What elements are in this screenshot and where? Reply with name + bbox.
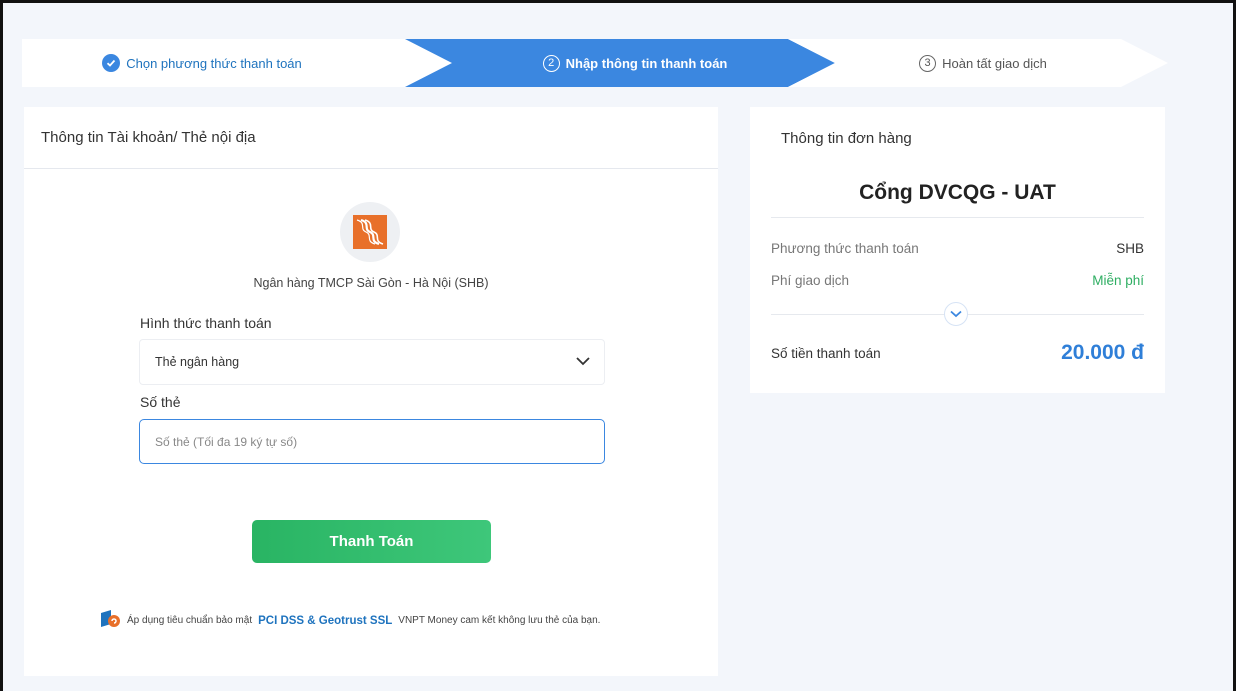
security-prefix: Áp dụng tiêu chuẩn bảo mật xyxy=(127,615,253,626)
chevron-down-icon xyxy=(576,355,590,369)
order-info-card: Thông tin đơn hàng Cổng DVCQG - UAT Phươ… xyxy=(750,107,1165,393)
divider xyxy=(771,217,1144,218)
security-suffix: VNPT Money cam kết không lưu thẻ của bạn… xyxy=(398,615,601,626)
vnpt-money-logo-icon xyxy=(101,610,121,631)
card-number-label: Số thẻ xyxy=(140,394,181,410)
bank-name: Ngân hàng TMCP Sài Gòn - Hà Nội (SHB) xyxy=(253,276,489,290)
security-highlight: PCI DSS & Geotrust SSL xyxy=(258,614,393,627)
total-amount: 20.000 đ xyxy=(1061,341,1144,364)
security-note: Áp dụng tiêu chuẩn bảo mật PCI DSS & Geo… xyxy=(101,610,701,631)
card-title: Thông tin Tài khoản/ Thẻ nội địa xyxy=(24,107,718,169)
pay-button[interactable]: Thanh Toán xyxy=(252,520,491,563)
step-number: 2 xyxy=(542,54,560,72)
fee-row-label: Phí giao dịch xyxy=(771,273,850,288)
step-label: Nhập thông tin thanh toán xyxy=(565,55,728,71)
merchant-name: Cổng DVCQG - UAT xyxy=(859,181,1056,204)
card-number-input[interactable] xyxy=(139,419,605,464)
step-complete[interactable]: 3 Hoàn tất giao dịch xyxy=(788,39,1168,87)
step-label: Hoàn tất giao dịch xyxy=(942,55,1047,71)
method-row-value: SHB xyxy=(1116,241,1144,256)
payment-form-card: Thông tin Tài khoản/ Thẻ nội địa Ngân hà… xyxy=(24,107,718,676)
shb-logo-icon xyxy=(340,202,400,262)
page-frame: Chọn phương thức thanh toán 2 Nhập thông… xyxy=(0,0,1236,691)
total-label: Số tiền thanh toán xyxy=(771,345,881,361)
progress-steps: Chọn phương thức thanh toán 2 Nhập thông… xyxy=(22,39,1168,87)
fee-row-value: Miễn phí xyxy=(1092,273,1144,288)
chevron-down-icon xyxy=(950,305,962,323)
fee-row: Phí giao dịch Miễn phí xyxy=(771,273,1144,288)
method-label: Hình thức thanh toán xyxy=(140,315,272,331)
check-circle-icon xyxy=(102,54,121,72)
step-number: 3 xyxy=(919,54,937,72)
selected-method: Thẻ ngân hàng xyxy=(155,355,240,369)
step-choose-method[interactable]: Chọn phương thức thanh toán xyxy=(22,39,452,87)
total-row: Số tiền thanh toán 20.000 đ xyxy=(771,341,1144,365)
card-title: Thông tin đơn hàng xyxy=(781,129,912,147)
step-label: Chọn phương thức thanh toán xyxy=(126,55,302,71)
method-row-label: Phương thức thanh toán xyxy=(771,241,919,256)
step-enter-info[interactable]: 2 Nhập thông tin thanh toán xyxy=(405,39,835,87)
payment-method-select[interactable]: Thẻ ngân hàng xyxy=(139,339,605,385)
method-row: Phương thức thanh toán SHB xyxy=(771,241,1144,256)
expand-details-button[interactable] xyxy=(944,302,968,326)
